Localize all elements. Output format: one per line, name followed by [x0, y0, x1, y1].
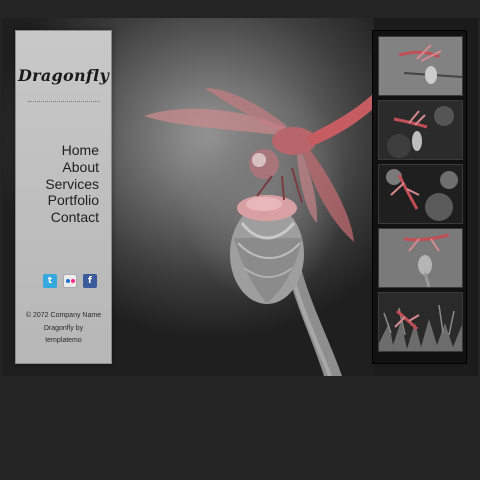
thumbnail-3[interactable] [378, 164, 463, 224]
thumbnail-strip [372, 30, 467, 364]
thumbnail-5-image [379, 293, 462, 351]
nav-item-about[interactable]: About [45, 159, 99, 176]
main-nav: Home About Services Portfolio Contact [45, 142, 99, 226]
thumbnail-1[interactable] [378, 36, 463, 96]
site-title[interactable]: Dragonfly [16, 66, 111, 85]
flickr-icon[interactable] [63, 274, 77, 288]
copyright-text: © 2072 Company Name [25, 312, 102, 319]
title-divider [28, 101, 100, 102]
facebook-icon[interactable]: f [83, 274, 97, 288]
nav-item-contact[interactable]: Contact [45, 209, 99, 226]
twitter-icon[interactable]: t [43, 274, 57, 288]
thumbnail-2[interactable] [378, 100, 463, 160]
social-links: t f [43, 274, 97, 288]
thumbnail-2-image [379, 101, 462, 159]
sidebar-panel: Dragonfly Home About Services Portfolio … [15, 30, 112, 364]
thumbnail-4-image [379, 229, 462, 287]
footer-credits: © 2072 Company Name Dragonfly by templat… [16, 310, 111, 348]
thumbnail-4[interactable] [378, 228, 463, 288]
nav-item-portfolio[interactable]: Portfolio [45, 192, 99, 209]
credit-text: Dragonfly by [43, 324, 84, 332]
thumbnail-1-image [379, 37, 462, 95]
page-frame: Dragonfly Home About Services Portfolio … [2, 18, 478, 376]
thumbnail-5[interactable] [378, 292, 463, 352]
nav-item-services[interactable]: Services [45, 176, 99, 193]
nav-item-home[interactable]: Home [45, 142, 99, 159]
thumbnail-3-image [379, 165, 462, 223]
templatemo-link[interactable]: templatemo [16, 335, 111, 348]
